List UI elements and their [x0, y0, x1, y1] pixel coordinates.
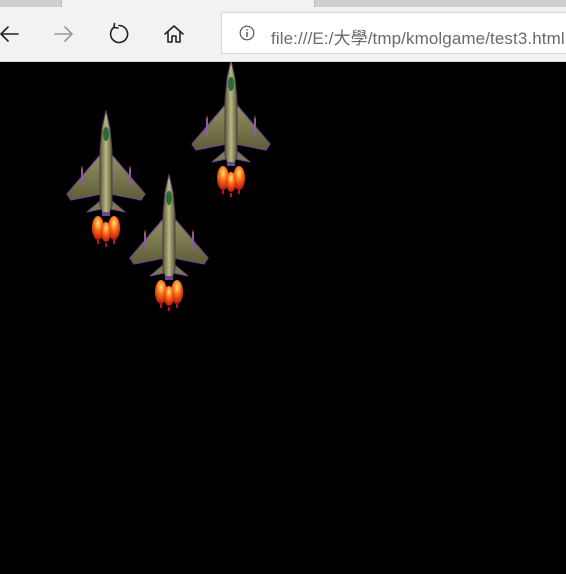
- home-button[interactable]: [157, 17, 191, 51]
- game-canvas[interactable]: [0, 62, 566, 574]
- browser-toolbar: file:///E:/大學/tmp/kmolgame/test3.html: [0, 7, 566, 62]
- browser-window: file:///E:/大學/tmp/kmolgame/test3.html: [0, 0, 566, 574]
- info-icon[interactable]: [239, 25, 255, 41]
- fighter-jet-sprite: [129, 174, 209, 312]
- tab-strip: [0, 0, 566, 7]
- forward-arrow-icon: [54, 26, 73, 42]
- home-icon: [164, 25, 184, 43]
- active-tab[interactable]: [61, 0, 315, 7]
- back-button[interactable]: [0, 17, 26, 51]
- address-bar[interactable]: file:///E:/大學/tmp/kmolgame/test3.html: [221, 12, 566, 54]
- refresh-icon: [109, 22, 129, 44]
- forward-button[interactable]: [47, 17, 81, 51]
- back-arrow-icon: [0, 26, 19, 42]
- refresh-button[interactable]: [102, 17, 136, 51]
- url-text[interactable]: file:///E:/大學/tmp/kmolgame/test3.html: [271, 24, 565, 49]
